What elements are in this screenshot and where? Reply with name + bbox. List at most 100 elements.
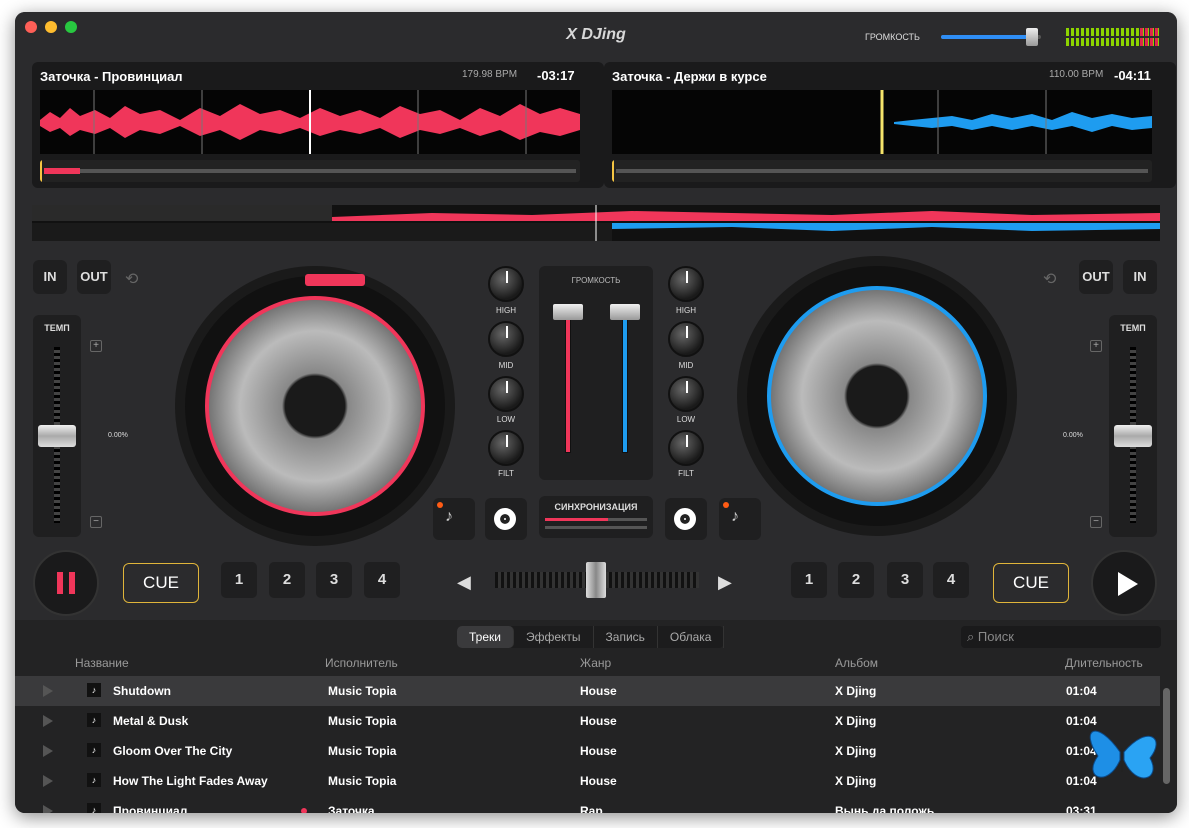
deck-b-volume-track[interactable] — [622, 308, 628, 453]
column-header-genre[interactable]: Жанр — [580, 656, 611, 670]
deck-b-loop-in-button[interactable]: IN — [1123, 260, 1157, 294]
deck-b-eq-high-knob[interactable] — [668, 266, 704, 302]
track-album: X Djing — [835, 744, 877, 758]
column-header-duration[interactable]: Длительность — [1065, 656, 1143, 670]
loop-icon[interactable]: ⟲ — [1043, 269, 1056, 289]
deck-a-ai-button[interactable]: ♪ — [433, 498, 475, 540]
master-volume-slider[interactable] — [941, 28, 1041, 46]
loop-icon[interactable]: ⟲ — [125, 269, 138, 289]
tab-tracks[interactable]: Треки — [457, 626, 514, 648]
table-row[interactable]: ♪ Gloom Over The City Music Topia House … — [15, 736, 1160, 766]
search-input[interactable]: ⌕ Поиск — [961, 626, 1161, 648]
deck-b-hotcue-4[interactable]: 4 — [933, 562, 969, 598]
column-header-album[interactable]: Альбом — [835, 656, 878, 670]
play-icon[interactable] — [43, 715, 53, 727]
deck-b-eq-low-knob[interactable] — [668, 376, 704, 412]
play-icon[interactable] — [43, 745, 53, 757]
channel-volume-label: ГРОМКОСТЬ — [571, 276, 621, 285]
disc-icon — [674, 508, 696, 530]
deck-a-cue-button[interactable]: CUE — [123, 563, 199, 603]
column-header-title[interactable]: Название — [75, 656, 129, 670]
deck-a-position-leds — [305, 274, 365, 286]
deck-a-mini-waveform[interactable] — [40, 160, 580, 182]
butterfly-icon — [1089, 730, 1157, 779]
track-genre: House — [580, 714, 617, 728]
deck-b-cue-button[interactable]: CUE — [993, 563, 1069, 603]
deck-b-pitch-plus[interactable]: + — [1090, 340, 1102, 352]
deck-b-loop-out-button[interactable]: OUT — [1079, 260, 1113, 294]
track-artist: Заточка — [328, 804, 375, 813]
deck-a-eq-low-knob[interactable] — [488, 376, 524, 412]
tab-recording[interactable]: Запись — [594, 626, 658, 648]
deck-b-hotcue-2[interactable]: 2 — [838, 562, 874, 598]
deck-b-pitch-knob[interactable] — [1114, 425, 1152, 447]
table-row[interactable]: ♪ Shutdown Music Topia House X Djing 01:… — [15, 676, 1160, 706]
overview-waveform[interactable] — [32, 205, 1160, 241]
deck-b-ai-button[interactable]: ♪ — [719, 498, 761, 540]
deck-a-filter-knob[interactable] — [488, 430, 524, 466]
crossfader-left-arrow[interactable]: ◀ — [457, 572, 471, 593]
deck-a-pitch-knob[interactable] — [38, 425, 76, 447]
deck-a-waveform-panel: Заточка - Провинциал 179.98 BPM -03:17 — [32, 62, 604, 188]
deck-a-loop-out-button[interactable]: OUT — [77, 260, 111, 294]
table-row[interactable]: ♪ Провинциал Заточка Rap Вынь да положь … — [15, 796, 1160, 813]
deck-a-hotcue-3[interactable]: 3 — [316, 562, 352, 598]
track-album: X Djing — [835, 684, 877, 698]
deck-b-eq-mid-knob[interactable] — [668, 321, 704, 357]
music-note-icon: ♪ — [87, 773, 101, 787]
crossfader-right-arrow[interactable]: ▶ — [718, 572, 732, 593]
play-icon[interactable] — [43, 805, 53, 813]
deck-a-hotcue-2[interactable]: 2 — [269, 562, 305, 598]
track-album: X Djing — [835, 714, 877, 728]
deck-b-filter-knob[interactable] — [668, 430, 704, 466]
deck-a-bpm: 179.98 BPM — [462, 69, 518, 80]
deck-a-waveform[interactable] — [40, 90, 580, 154]
deck-a-pitch-value: 0.00% — [108, 432, 128, 439]
deck-a-loop-in-button[interactable]: IN — [33, 260, 67, 294]
deck-a-eq-mid-knob[interactable] — [488, 321, 524, 357]
deck-b-platter[interactable] — [737, 256, 1017, 536]
track-album: X Djing — [835, 774, 877, 788]
table-row[interactable]: ♪ Metal & Dusk Music Topia House X Djing… — [15, 706, 1160, 736]
deck-a-eq-high-knob[interactable] — [488, 266, 524, 302]
deck-a-pitch-plus[interactable]: + — [90, 340, 102, 352]
deck-b-mini-waveform[interactable] — [612, 160, 1152, 182]
deck-b-play-button[interactable] — [1091, 550, 1157, 616]
deck-a-hotcue-1[interactable]: 1 — [221, 562, 257, 598]
tab-effects[interactable]: Эффекты — [514, 626, 594, 648]
table-row[interactable]: ♪ How The Light Fades Away Music Topia H… — [15, 766, 1160, 796]
crossfader-knob[interactable] — [586, 562, 606, 598]
deck-b-eq-mid-label: MID — [678, 361, 694, 370]
sync-panel[interactable]: СИНХРОНИЗАЦИЯ — [539, 496, 653, 538]
deck-b-track-title: Заточка - Держи в курсе — [612, 69, 767, 84]
deck-b-waveform[interactable] — [612, 90, 1152, 154]
deck-a-hotcue-4[interactable]: 4 — [364, 562, 400, 598]
deck-b-hotcue-3[interactable]: 3 — [887, 562, 923, 598]
crossfader[interactable] — [495, 562, 699, 598]
play-icon[interactable] — [43, 775, 53, 787]
deck-b-pitch-minus[interactable]: − — [1090, 516, 1102, 528]
tab-clouds[interactable]: Облака — [658, 626, 725, 648]
deck-b-volume-fader[interactable] — [610, 304, 640, 320]
level-meter — [1066, 28, 1160, 48]
deck-a-disc-button[interactable] — [485, 498, 527, 540]
column-header-artist[interactable]: Исполнитель — [325, 656, 398, 670]
disc-icon — [494, 508, 516, 530]
track-title: Провинциал — [113, 804, 188, 813]
track-artist: Music Topia — [328, 684, 397, 698]
deck-a-pause-button[interactable] — [33, 550, 99, 616]
deck-b-pitch-panel: ТЕМП — [1109, 315, 1157, 537]
play-icon[interactable] — [43, 685, 53, 697]
deck-a-pitch-minus[interactable]: − — [90, 516, 102, 528]
master-volume-knob[interactable] — [1026, 28, 1039, 46]
deck-a-platter[interactable] — [175, 266, 455, 546]
track-duration: 01:04 — [1066, 684, 1097, 698]
deck-a-volume-fader[interactable] — [553, 304, 583, 320]
deck-b-hotcue-1[interactable]: 1 — [791, 562, 827, 598]
deck-a-volume-track[interactable] — [565, 308, 571, 453]
deck-b-disc-button[interactable] — [665, 498, 707, 540]
track-album: Вынь да положь — [835, 804, 935, 813]
track-genre: House — [580, 744, 617, 758]
track-artist: Music Topia — [328, 714, 397, 728]
deck-b-filter-label: FILT — [678, 469, 694, 478]
